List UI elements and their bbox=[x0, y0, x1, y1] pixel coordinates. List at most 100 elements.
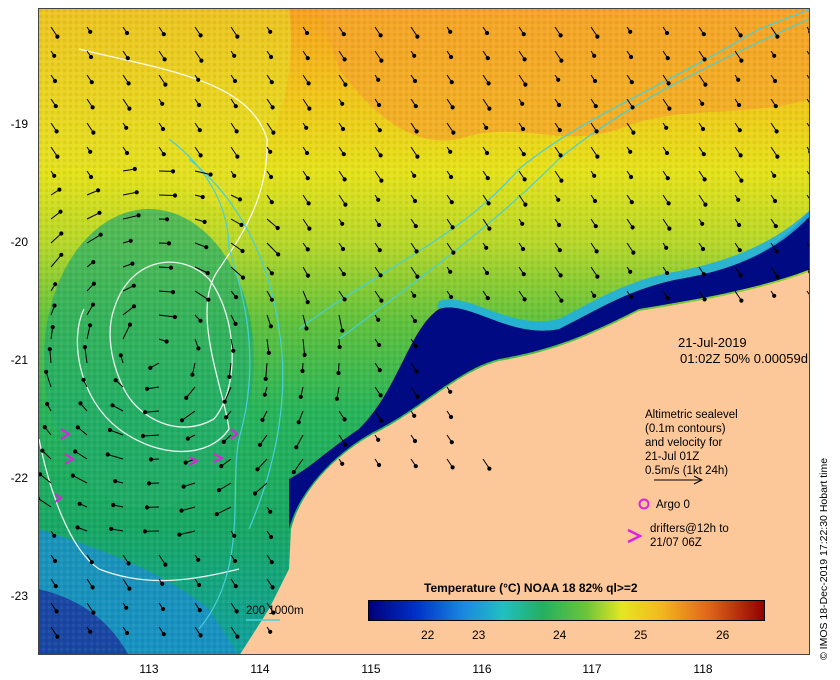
velocity-arrow-head bbox=[145, 386, 150, 391]
velocity-arrow-head bbox=[268, 29, 273, 34]
velocity-arrow-head bbox=[664, 30, 670, 36]
velocity-arrow-head bbox=[58, 209, 63, 214]
velocity-arrow-head bbox=[485, 296, 490, 301]
velocity-arrow-head bbox=[90, 105, 95, 110]
credit-text: © IMOS 18-Dec-2019 17:22:30 Hobart time bbox=[818, 457, 830, 660]
velocity-arrow-head bbox=[702, 177, 707, 182]
velocity-arrow-head bbox=[185, 436, 190, 441]
velocity-arrow-head bbox=[412, 53, 417, 58]
velocity-arrow-head bbox=[166, 241, 172, 246]
velocity-arrow-head bbox=[343, 442, 348, 447]
velocity-arrow-head bbox=[556, 77, 561, 82]
velocity-arrow-head bbox=[343, 82, 348, 87]
velocity-arrow-head bbox=[219, 464, 224, 469]
velocity-arrow-head bbox=[160, 126, 166, 132]
velocity-arrow-head bbox=[664, 270, 670, 276]
velocity-arrow-head bbox=[118, 353, 123, 358]
velocity-arrow-head bbox=[700, 221, 705, 226]
velocity-arrow-head bbox=[168, 265, 174, 270]
velocity-arrow-head bbox=[520, 101, 525, 106]
velocity-arrow-head bbox=[593, 224, 598, 229]
colorbar bbox=[368, 600, 765, 621]
velocity-arrow-head bbox=[164, 339, 169, 344]
velocity-arrow-head bbox=[592, 293, 597, 298]
velocity-arrow-head bbox=[700, 101, 705, 106]
velocity-arrow-head bbox=[556, 197, 561, 202]
velocity-arrow-head bbox=[232, 53, 237, 58]
velocity-arrow-head bbox=[268, 149, 273, 154]
velocity-arrow-head bbox=[204, 245, 209, 250]
velocity-arrow-head bbox=[255, 467, 260, 472]
velocity-arrow-head bbox=[214, 512, 219, 517]
velocity-arrow-head bbox=[240, 275, 246, 280]
velocity-arrow-head bbox=[701, 32, 706, 37]
map-time-line: 01:02Z 50% 0.00059d bbox=[680, 351, 808, 366]
velocity-arrow-head bbox=[521, 272, 526, 277]
velocity-arrow-head bbox=[413, 104, 418, 109]
velocity-arrow-head bbox=[232, 533, 237, 538]
velocity-arrow-head bbox=[378, 153, 383, 158]
velocity-arrow-head bbox=[702, 297, 707, 302]
velocity-arrow-head bbox=[206, 297, 211, 302]
velocity-arrow-head bbox=[558, 153, 563, 158]
velocity-arrow-head bbox=[40, 448, 45, 453]
isobath-swatch bbox=[246, 619, 280, 621]
velocity-arrow-head bbox=[739, 178, 744, 183]
y-tick: -22 bbox=[10, 471, 28, 485]
velocity-arrow-head bbox=[451, 130, 456, 135]
velocity-arrow-head bbox=[772, 198, 778, 204]
velocity-arrow-head bbox=[521, 152, 526, 157]
legend-line-4: 21-Jul 01Z bbox=[645, 451, 700, 463]
velocity-arrow-head bbox=[595, 34, 600, 39]
velocity-arrow-head bbox=[88, 629, 93, 634]
velocity-arrow-head bbox=[198, 33, 203, 38]
velocity-arrow-head bbox=[81, 377, 86, 382]
velocity-arrow-head bbox=[45, 401, 50, 407]
sst-map[interactable] bbox=[38, 8, 810, 655]
velocity-arrow-head bbox=[300, 368, 305, 374]
velocity-arrow-head bbox=[700, 126, 706, 132]
velocity-arrow-head bbox=[379, 418, 384, 423]
velocity-arrow-head bbox=[739, 298, 744, 303]
legend-drifters-2: 21/07 06Z bbox=[650, 537, 702, 549]
velocity-arrow-head bbox=[337, 344, 342, 350]
velocity-arrow-head bbox=[738, 273, 743, 278]
velocity-arrow-head bbox=[520, 126, 526, 132]
velocity-arrow-head bbox=[595, 154, 600, 159]
velocity-arrow-head bbox=[200, 194, 205, 200]
velocity-arrow-head bbox=[128, 238, 133, 243]
velocity-arrow-head bbox=[808, 270, 809, 274]
legend-drifters-1: drifters@12h to bbox=[650, 523, 729, 535]
velocity-arrow-head bbox=[772, 173, 777, 178]
velocity-arrow-head bbox=[78, 401, 83, 406]
velocity-arrow-head bbox=[341, 32, 346, 37]
velocity-arrow-head bbox=[302, 352, 307, 357]
velocity-arrow-head bbox=[232, 173, 237, 178]
velocity-arrow-head bbox=[142, 529, 148, 534]
velocity-arrow-head bbox=[342, 417, 347, 422]
velocity-arrow-head bbox=[376, 437, 381, 442]
velocity-arrow-head bbox=[52, 173, 57, 178]
velocity-arrow-head bbox=[628, 294, 634, 300]
velocity-arrow-head bbox=[57, 187, 62, 192]
velocity-arrow-head bbox=[736, 77, 741, 82]
velocity-arrow-head bbox=[664, 150, 670, 156]
velocity-arrow-head bbox=[163, 562, 168, 567]
velocity-arrow-head bbox=[234, 295, 239, 300]
velocity-arrow-head bbox=[91, 281, 97, 286]
velocity-arrow-head bbox=[55, 34, 60, 39]
velocity-arrow-head bbox=[775, 34, 780, 39]
velocity-arrow-head bbox=[269, 80, 274, 85]
velocity-arrow-head bbox=[298, 394, 303, 399]
velocity-arrow-head bbox=[294, 445, 299, 450]
velocity-arrow-head bbox=[379, 58, 384, 63]
velocity-arrow-head bbox=[124, 30, 130, 36]
velocity-arrow-head bbox=[170, 169, 176, 174]
velocity-arrow-head bbox=[132, 166, 137, 172]
velocity-arrow-head bbox=[377, 248, 382, 253]
velocity-arrow-head bbox=[266, 350, 271, 355]
velocity-arrow-head bbox=[305, 273, 311, 278]
velocity-arrow-head bbox=[486, 201, 491, 206]
velocity-arrow-head bbox=[88, 54, 94, 60]
y-tick: -23 bbox=[10, 589, 28, 603]
